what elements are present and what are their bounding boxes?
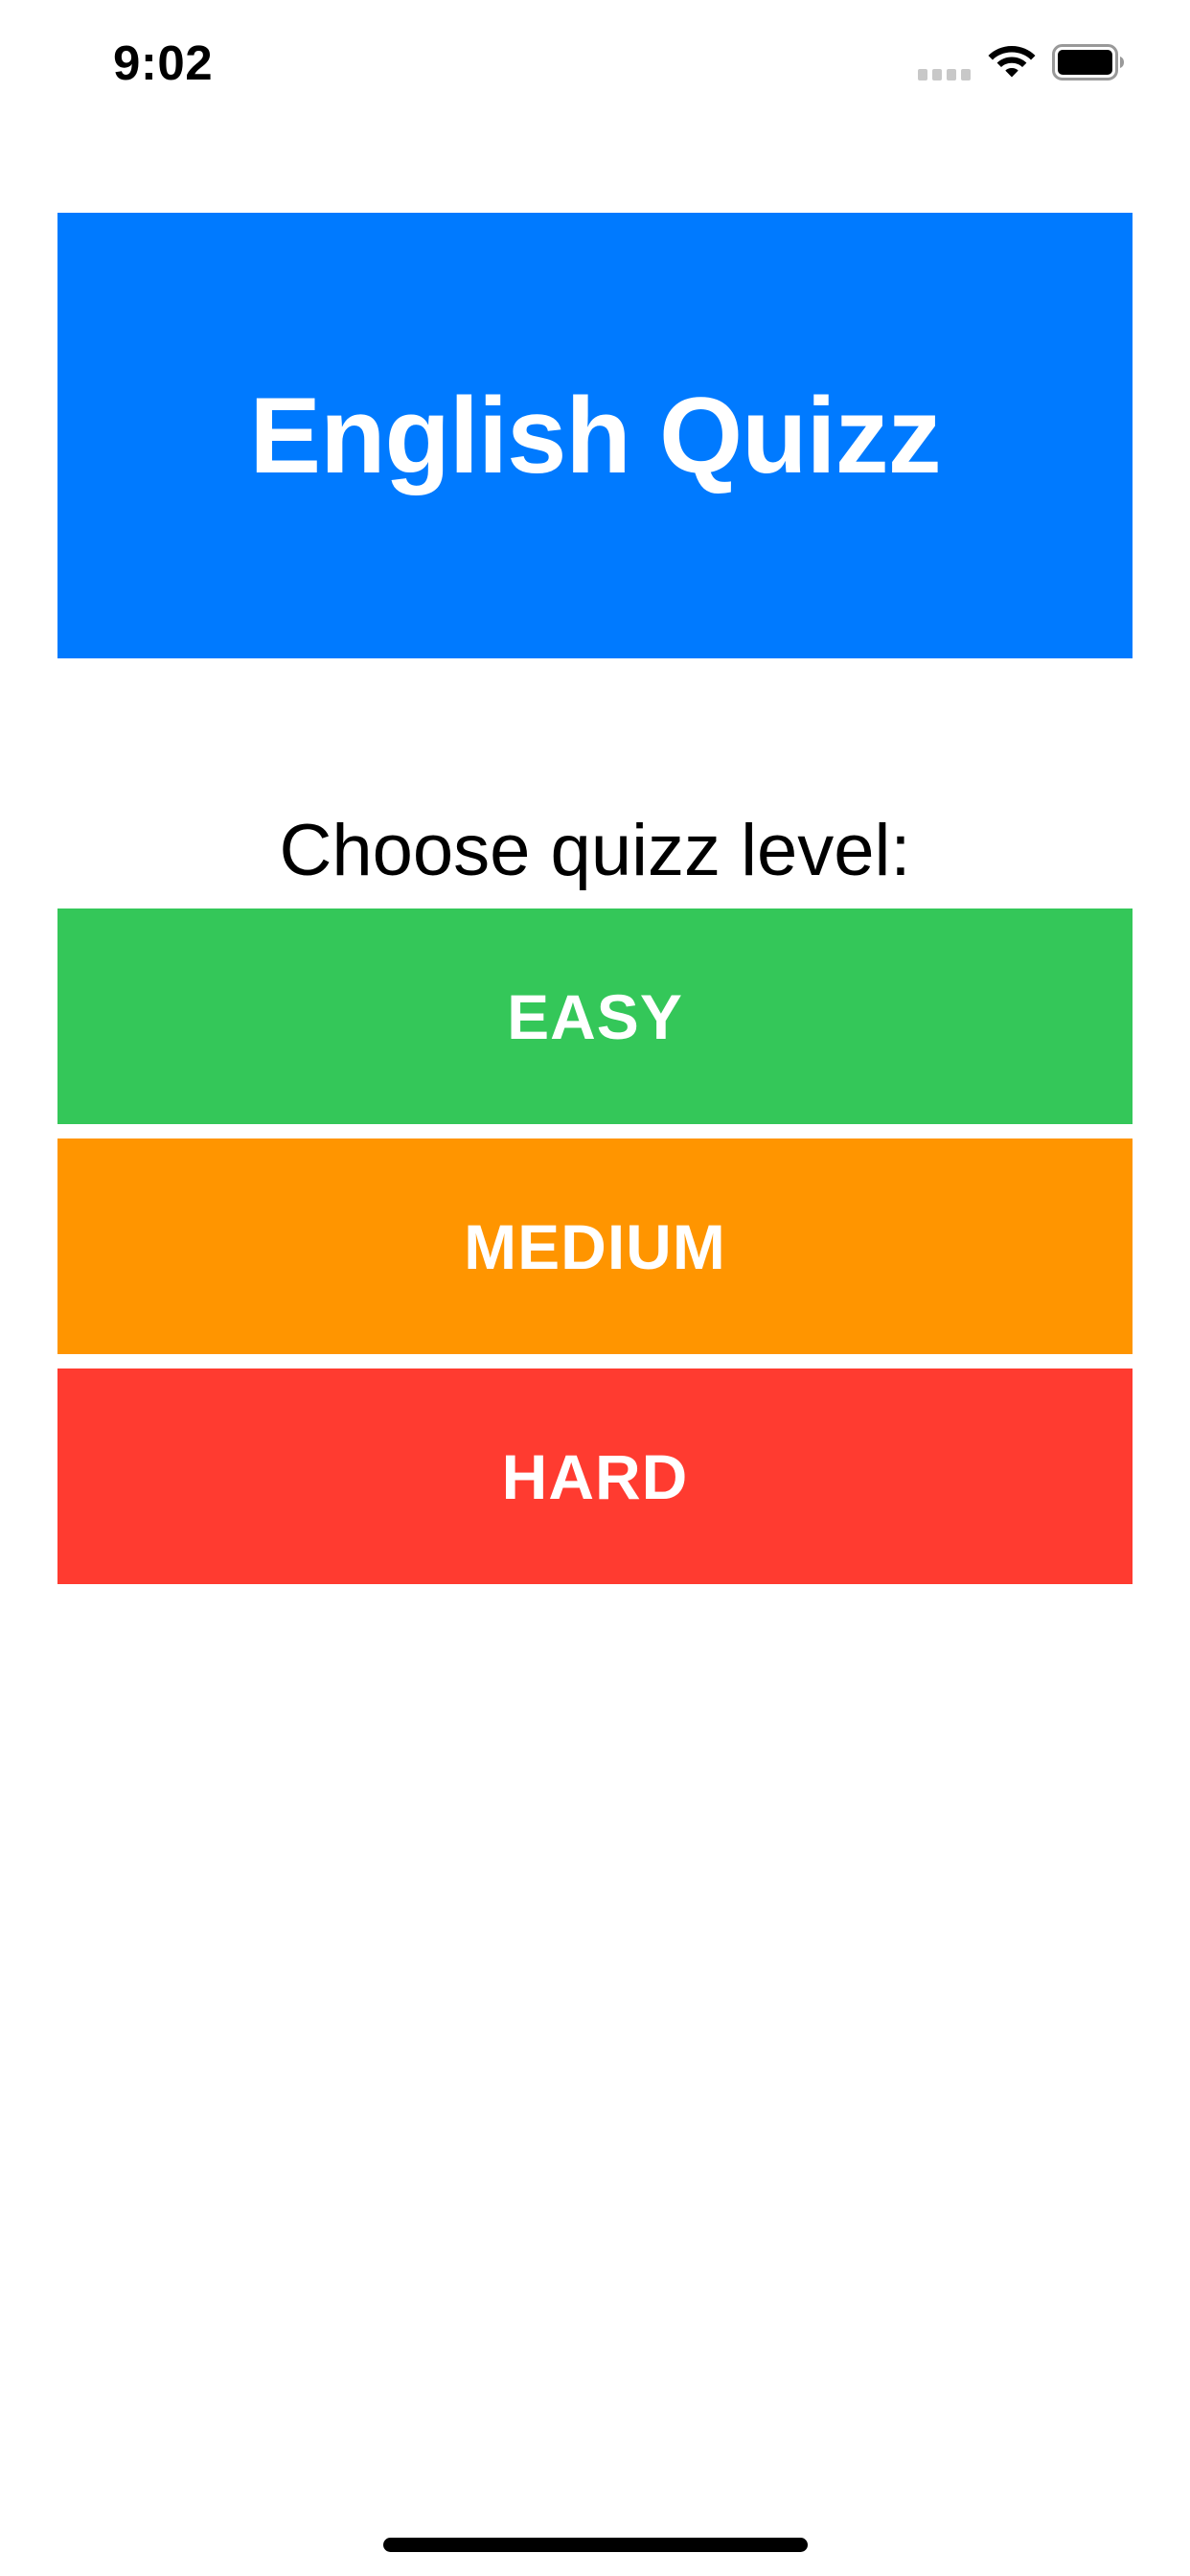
hard-button[interactable]: HARD bbox=[57, 1368, 1133, 1584]
header-banner: English Quizz bbox=[57, 213, 1133, 658]
home-indicator[interactable] bbox=[383, 2538, 808, 2552]
status-time: 9:02 bbox=[113, 35, 214, 90]
cellular-signal-icon bbox=[918, 69, 973, 80]
status-bar: 9:02 bbox=[0, 0, 1190, 126]
medium-button[interactable]: MEDIUM bbox=[57, 1138, 1133, 1354]
app-title: English Quizz bbox=[249, 376, 941, 495]
easy-button[interactable]: EASY bbox=[57, 908, 1133, 1124]
wifi-icon bbox=[988, 46, 1036, 78]
level-prompt: Choose quizz level: bbox=[279, 810, 911, 891]
battery-icon bbox=[1052, 44, 1124, 80]
